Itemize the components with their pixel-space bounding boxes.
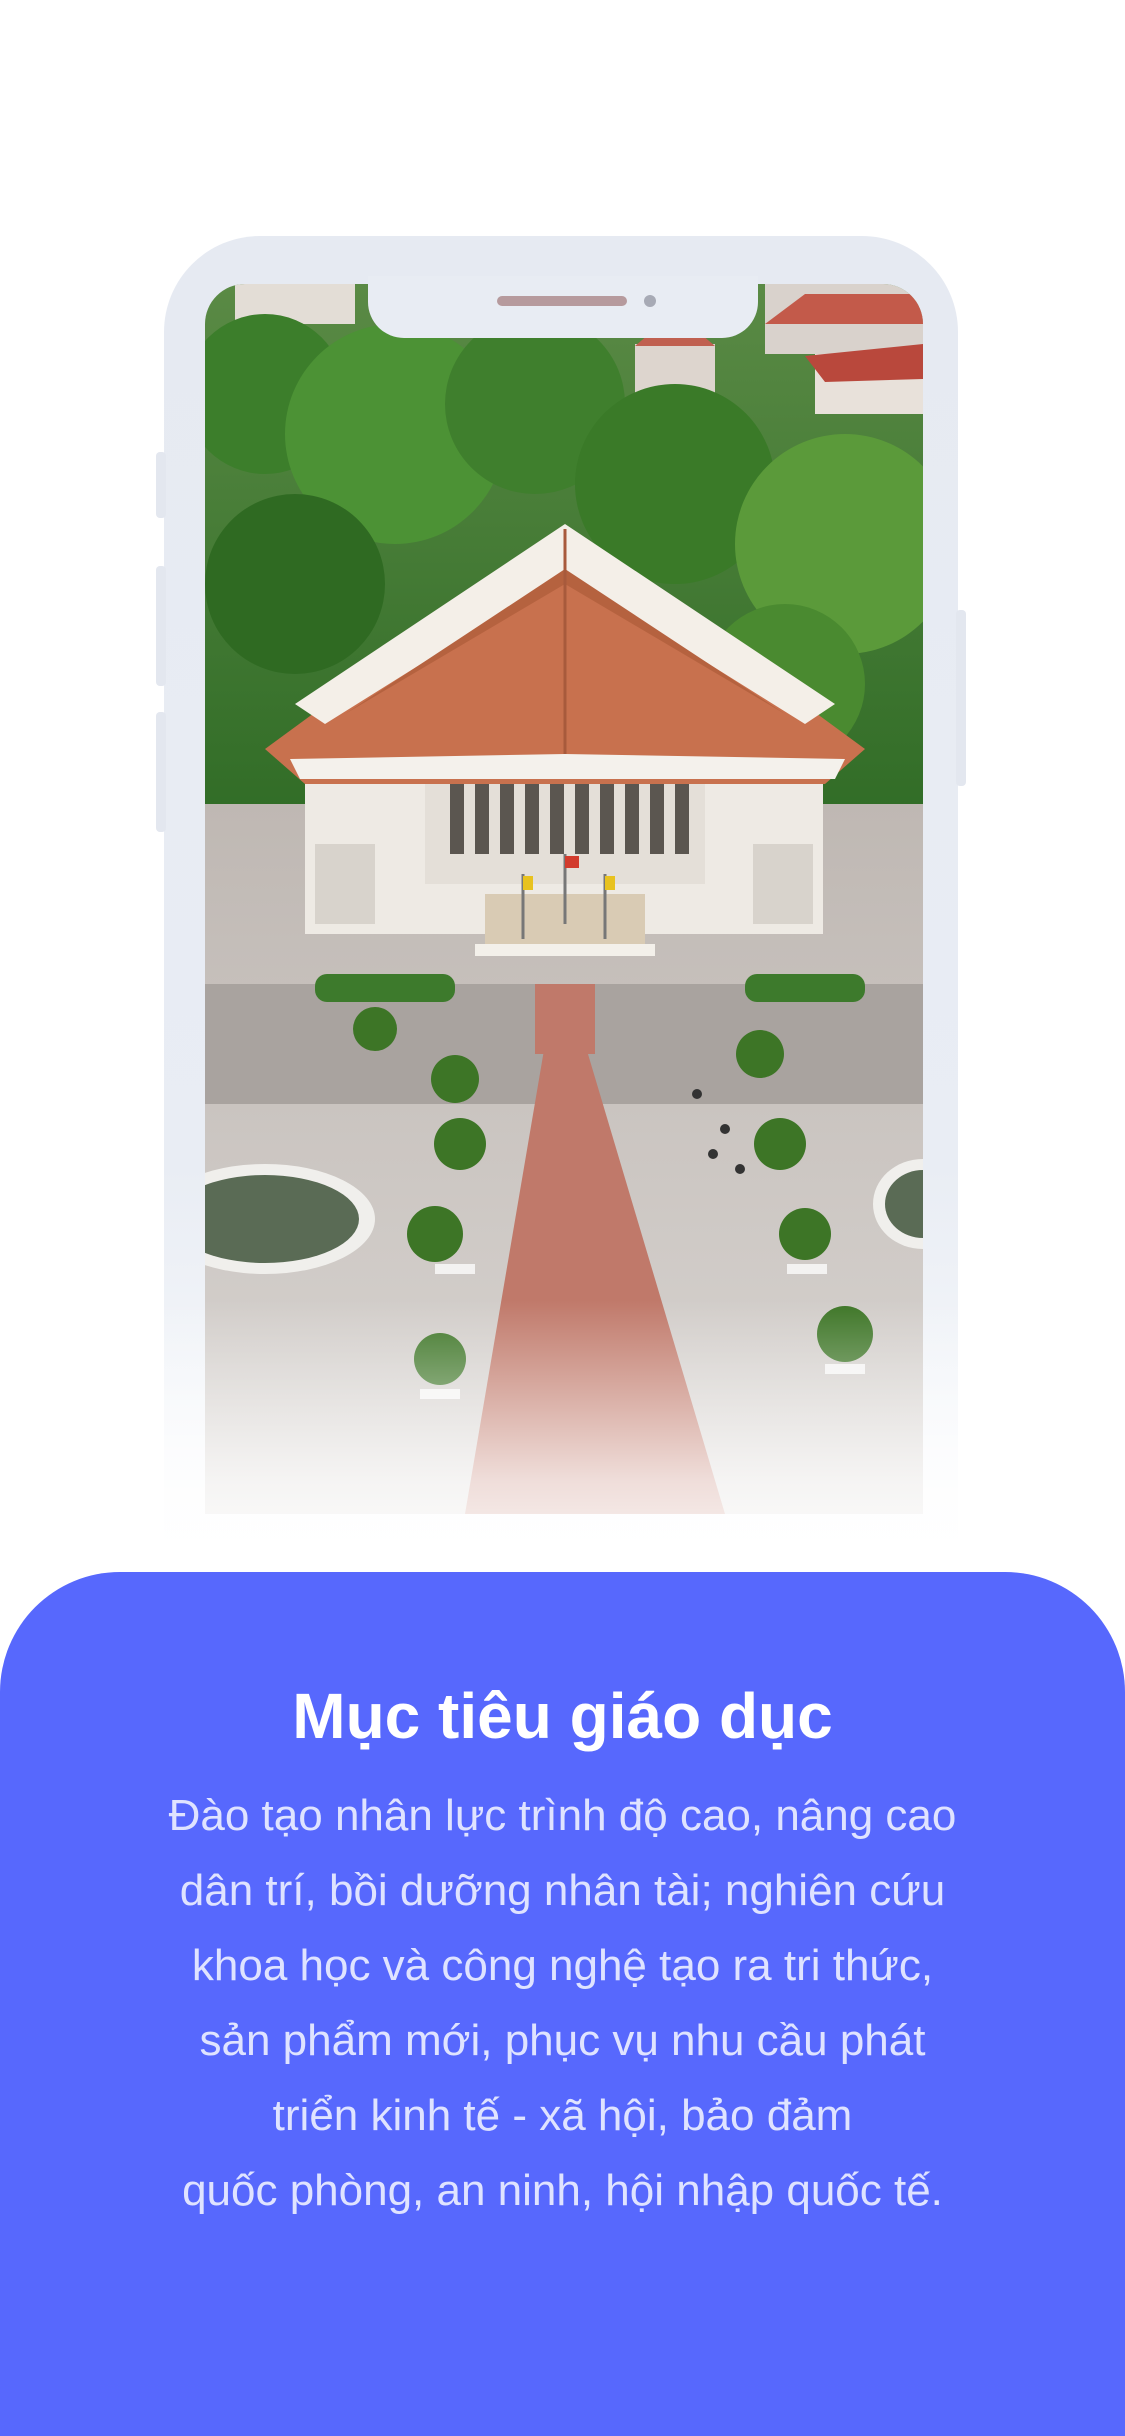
phone-power-button	[956, 610, 966, 786]
card-description-line: sản phẩm mới, phục vụ nhu cầu phát	[199, 2016, 926, 2065]
card-description-line: triển kinh tế - xã hội, bảo đảm	[272, 2091, 853, 2140]
card-title: Mục tiêu giáo dục	[292, 1680, 833, 1752]
phone-bottom-fade	[150, 1300, 980, 1600]
phone-volume-up-button	[156, 566, 166, 686]
phone-camera	[644, 295, 656, 307]
card-description-line: khoa học và công nghệ tạo ra tri thức,	[191, 1941, 934, 1990]
phone-mute-switch	[156, 452, 166, 518]
card-description-line: dân trí, bồi dưỡng nhân tài; nghiên cứu	[179, 1866, 946, 1915]
card-description-line: quốc phòng, an ninh, hội nhập quốc tế.	[182, 2166, 943, 2215]
card-description: Đào tạo nhân lực trình độ cao, nâng cao …	[120, 1778, 1005, 2228]
phone-speaker	[497, 296, 627, 306]
card-description-line: Đào tạo nhân lực trình độ cao, nâng cao	[168, 1791, 957, 1840]
phone-notch	[368, 276, 758, 338]
phone-volume-down-button	[156, 712, 166, 832]
